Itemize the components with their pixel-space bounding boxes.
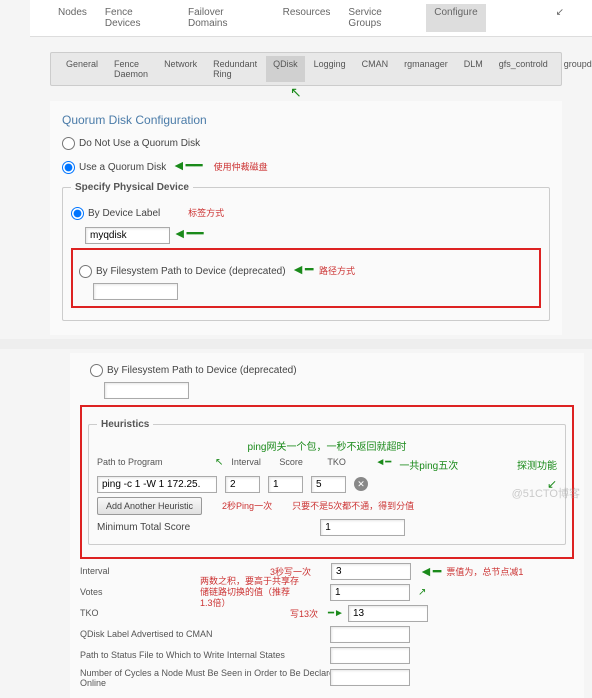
subtab-gfs[interactable]: gfs_controld bbox=[492, 56, 555, 82]
tab-svcgroups[interactable]: Service Groups bbox=[340, 4, 424, 32]
radio-use-qdisk[interactable] bbox=[62, 161, 75, 174]
ann-use-qdisk: 使用仲裁磁盘 bbox=[214, 162, 268, 172]
radio-by-path-2[interactable] bbox=[90, 364, 103, 377]
arrow-icon: ↖ bbox=[215, 457, 223, 472]
arrow-icon: ━► bbox=[328, 608, 344, 619]
label-min-score: Minimum Total Score bbox=[97, 522, 190, 533]
input-heur-score[interactable] bbox=[268, 476, 303, 493]
arrow-icon: ◄━ bbox=[419, 563, 441, 580]
label-no-qdisk: Do Not Use a Quorum Disk bbox=[79, 138, 200, 149]
fieldset-physical-device: Specify Physical Device By Device Label … bbox=[62, 182, 550, 321]
tab-failover[interactable]: Failover Domains bbox=[180, 4, 273, 32]
hdr-tko: TKO bbox=[327, 457, 367, 472]
ann-13: 写13次 bbox=[290, 607, 318, 620]
tab-resources[interactable]: Resources bbox=[275, 4, 339, 32]
arrow-icon: ◄━━ bbox=[173, 225, 204, 242]
sub-tabs: General Fence Daemon Network Redundant R… bbox=[50, 52, 562, 86]
label-by-label: By Device Label bbox=[88, 208, 160, 219]
input-min-score[interactable] bbox=[320, 519, 405, 536]
input-heur-path[interactable] bbox=[97, 476, 217, 493]
ann-path-way: 路径方式 bbox=[319, 266, 355, 276]
ann-2s: 2秒Ping一次 bbox=[222, 499, 272, 512]
radio-no-qdisk[interactable] bbox=[62, 137, 75, 150]
top-tabs: Nodes Fence Devices Failover Domains Res… bbox=[30, 0, 592, 37]
label-status-file: Path to Status File to Which to Write In… bbox=[80, 650, 330, 660]
subtab-rgmgr[interactable]: rgmanager bbox=[397, 56, 455, 82]
arrow-icon: ◄━ bbox=[375, 457, 391, 472]
input-tko[interactable] bbox=[348, 605, 428, 622]
tab-fence[interactable]: Fence Devices bbox=[97, 4, 178, 32]
arrow-icon: ↖ bbox=[290, 84, 302, 101]
delete-icon[interactable]: ✕ bbox=[354, 477, 368, 491]
input-device-path[interactable] bbox=[93, 283, 178, 300]
arrow-icon: ↗ bbox=[418, 587, 426, 598]
input-cycles[interactable] bbox=[330, 669, 410, 686]
radio-by-path[interactable] bbox=[79, 265, 92, 278]
hdr-score: Score bbox=[279, 457, 319, 472]
ann-tko-fail: 只要不是5次都不通，得到分值 bbox=[292, 499, 414, 512]
subtab-network[interactable]: Network bbox=[157, 56, 204, 82]
arrow-icon: ◄━ bbox=[291, 261, 313, 278]
redbox-path: By Filesystem Path to Device (deprecated… bbox=[71, 248, 541, 308]
legend-heur: Heuristics bbox=[97, 419, 153, 430]
subtab-logging[interactable]: Logging bbox=[307, 56, 353, 82]
ann-probe: 探测功能 bbox=[517, 457, 557, 472]
input-device-path-2[interactable] bbox=[104, 382, 189, 399]
redbox-heuristics: Heuristics ping网关一个包，一秒不返回就超时 Path to Pr… bbox=[80, 405, 574, 559]
subtab-rring[interactable]: Redundant Ring bbox=[206, 56, 264, 82]
add-heuristic-button[interactable]: Add Another Heuristic bbox=[97, 497, 202, 515]
input-votes[interactable] bbox=[330, 584, 410, 601]
watermark: @51CTO博客 bbox=[512, 485, 580, 501]
hdr-interval: Interval bbox=[231, 457, 271, 472]
tab-configure[interactable]: Configure bbox=[426, 4, 485, 32]
input-heur-tko[interactable] bbox=[311, 476, 346, 493]
label-use-qdisk: Use a Quorum Disk bbox=[79, 162, 166, 173]
fieldset-heuristics: Heuristics ping网关一个包，一秒不返回就超时 Path to Pr… bbox=[88, 419, 566, 545]
subtab-general[interactable]: General bbox=[59, 56, 105, 82]
subtab-dlm[interactable]: DLM bbox=[457, 56, 490, 82]
subtab-groupd[interactable]: groupd bbox=[557, 56, 592, 82]
hdr-path: Path to Program bbox=[97, 457, 207, 472]
input-qlabel[interactable] bbox=[330, 626, 410, 643]
input-device-label[interactable] bbox=[85, 227, 170, 244]
subtab-qdisk[interactable]: QDisk bbox=[266, 56, 305, 82]
input-heur-int[interactable] bbox=[225, 476, 260, 493]
page-title: Quorum Disk Configuration bbox=[62, 113, 550, 127]
label-by-path: By Filesystem Path to Device (deprecated… bbox=[96, 266, 286, 277]
ann-ping-desc: ping网关一个包，一秒不返回就超时 bbox=[248, 442, 407, 453]
arrow-icon: ◄━━ bbox=[172, 157, 203, 174]
ann-product: 两数之积，要高于共享存储链路切换的值（推荐1.3倍） bbox=[200, 576, 300, 608]
radio-by-label[interactable] bbox=[71, 207, 84, 220]
ann-ping5: 一共ping五次 bbox=[399, 457, 458, 472]
label-cycles: Number of Cycles a Node Must Be Seen in … bbox=[80, 668, 360, 688]
tab-nodes[interactable]: Nodes bbox=[50, 4, 95, 32]
label-qlabel: QDisk Label Advertised to CMAN bbox=[80, 629, 330, 639]
subtab-cman[interactable]: CMAN bbox=[355, 56, 396, 82]
arrow-icon: ↙ bbox=[548, 4, 572, 32]
ann-label-way: 标签方式 bbox=[188, 208, 224, 218]
legend-spd: Specify Physical Device bbox=[71, 182, 193, 193]
input-status-file[interactable] bbox=[330, 647, 410, 664]
label-by-path-2: By Filesystem Path to Device (deprecated… bbox=[107, 365, 297, 376]
subtab-fenced[interactable]: Fence Daemon bbox=[107, 56, 155, 82]
input-interval[interactable] bbox=[331, 563, 411, 580]
ann-votes: 票值为，总节点减1 bbox=[446, 565, 523, 578]
